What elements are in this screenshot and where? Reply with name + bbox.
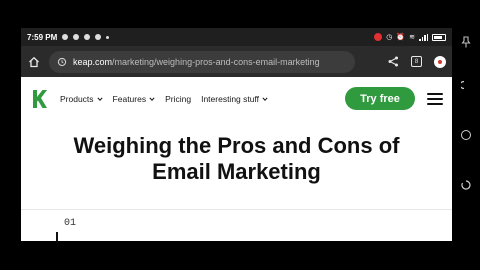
step-number: 01 [64,218,77,229]
url-domain: keap.com [73,56,113,67]
account-menu-icon[interactable] [434,55,446,68]
reddit-icon [84,34,91,40]
article-title-line2: Email Marketing [152,159,321,184]
try-free-button[interactable]: Try free [345,87,415,110]
alarm-icon: ⏰ [396,34,406,41]
chevron-down-icon [149,96,155,101]
article-title-line1: Weighing the Pros and Cons of [73,133,400,158]
clock-icon: ◷ [386,34,393,41]
url-path: /marketing/weighing-pros-and-cons-email-… [112,56,320,67]
battery-icon [432,33,446,41]
phone-screen: 7:59 PM ◷ ⏰ ≋ keap.com/marketing/weighin… [21,28,452,241]
chevron-down-icon [96,96,103,101]
status-time: 7:59 PM [27,32,58,42]
text-cursor [56,232,58,241]
site-info-icon[interactable] [57,57,67,67]
nav-products-label: Products [60,93,94,104]
wifi-icon: ≋ [409,34,415,41]
chevron-down-icon [262,96,268,101]
more-notifications-icon [106,35,110,39]
article-title: Weighing the Pros and Cons of Email Mark… [21,133,452,185]
section-divider [21,209,452,210]
gallery-icon [95,34,102,40]
browser-toolbar: keap.com/marketing/weighing-pros-and-con… [21,46,452,77]
nav-interesting-stuff[interactable]: Interesting stuff [201,94,268,104]
status-bar: 7:59 PM ◷ ⏰ ≋ [21,28,452,46]
home-icon[interactable] [27,55,41,69]
back-icon[interactable] [461,80,471,90]
x-icon [73,34,80,40]
address-bar[interactable]: keap.com/marketing/weighing-pros-and-con… [49,50,355,73]
nav-pricing[interactable]: Pricing [165,94,191,104]
home-button-icon[interactable] [461,130,471,140]
keap-logo[interactable] [30,89,48,109]
location-icon [62,34,69,40]
site-header: Products Features Pricing Interesting st… [21,77,452,120]
recent-apps-icon[interactable] [461,180,471,190]
hamburger-menu-icon[interactable] [427,92,443,105]
share-icon[interactable] [388,56,399,67]
nav-features[interactable]: Features [113,94,156,104]
nav-products[interactable]: Products [60,94,103,104]
record-icon [374,33,383,41]
pin-icon[interactable] [461,36,471,48]
nav-pricing-label: Pricing [165,93,192,104]
nav-features-label: Features [112,93,147,104]
nav-interesting-stuff-label: Interesting stuff [201,93,260,104]
system-nav-bar [452,28,480,241]
signal-icon [419,33,428,41]
tab-switcher-button[interactable]: 8 [411,56,422,67]
